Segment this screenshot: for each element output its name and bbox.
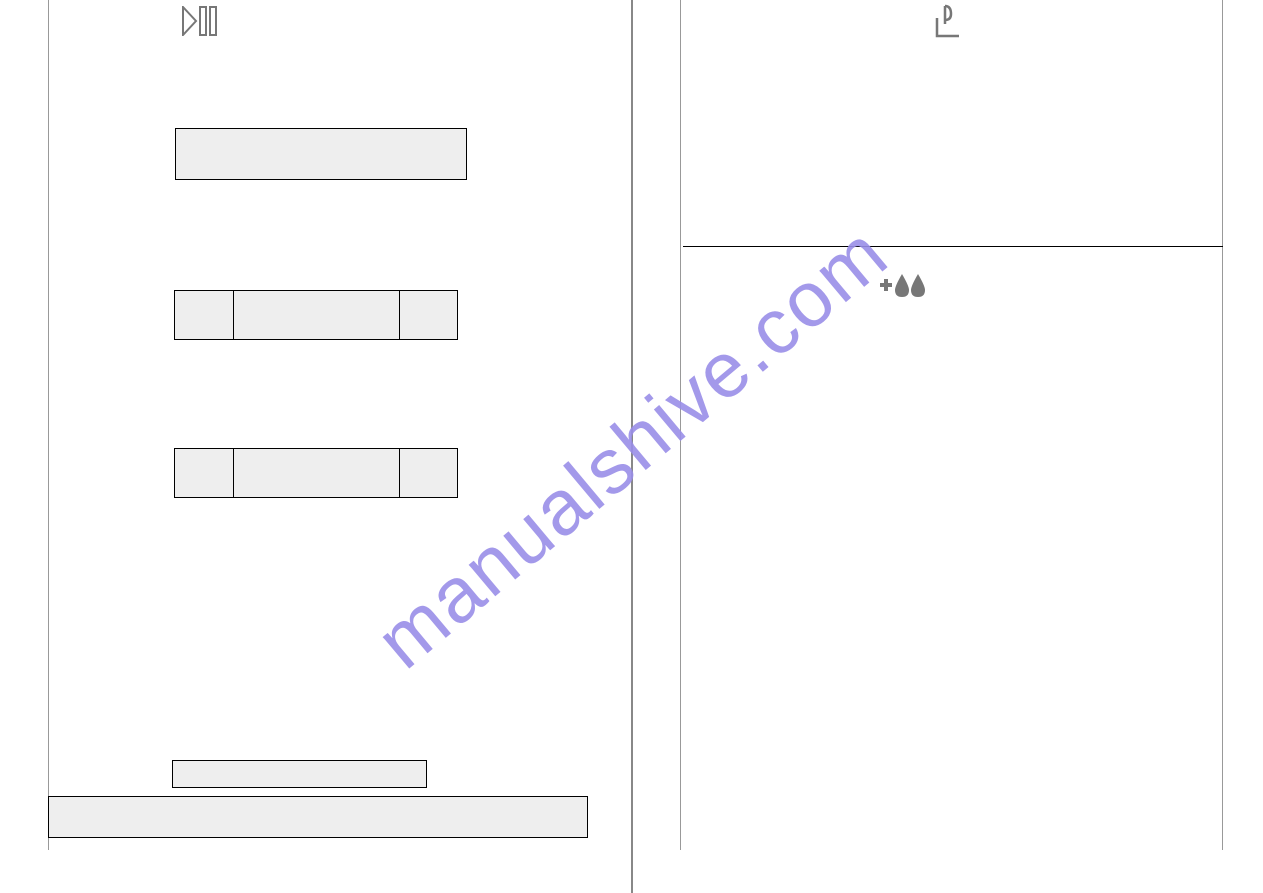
water-drops-icon [878,270,928,305]
box3-seg2 [399,449,400,497]
play-pause-icon [182,6,220,41]
box3-seg1 [233,449,234,497]
box2-seg1 [233,291,234,339]
right-vertical-rule [1222,0,1223,850]
box2-seg2 [399,291,400,339]
display-box-3 [174,448,458,498]
right-divider [683,246,1224,247]
power-icon [933,4,963,43]
display-box-bottom-wide [48,796,588,838]
display-box-2 [174,290,458,340]
display-box-1 [175,128,467,180]
right-panel [632,0,1263,893]
left-vertical-rule [48,0,49,850]
display-box-bottom-small [172,760,427,788]
center-vertical-rule [680,0,681,850]
left-panel [0,0,632,893]
